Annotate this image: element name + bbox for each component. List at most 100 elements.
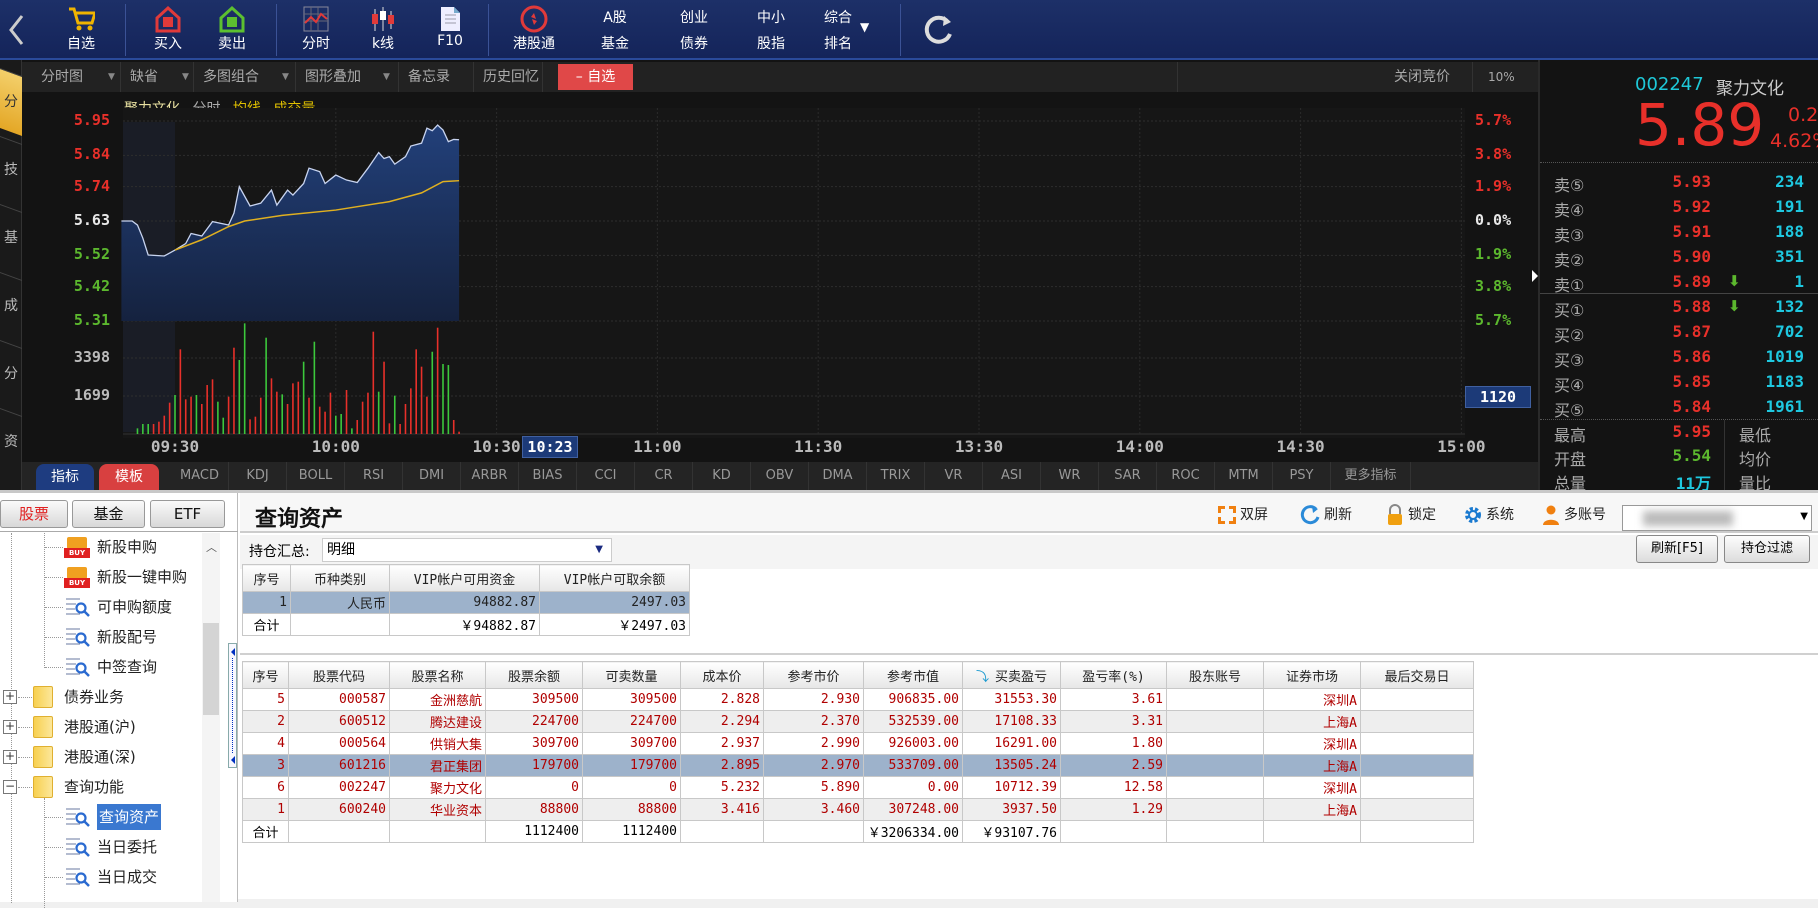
total-cell: 合计 — [242, 820, 289, 843]
intraday-chart[interactable] — [0, 0, 1538, 490]
table-row[interactable]: 3 601216 君正集团 179700 179700 2.895 2.970 533709.… — [242, 754, 1474, 777]
indicator-wr[interactable]: WR — [1041, 462, 1099, 490]
indicator-vr[interactable]: VR — [925, 462, 983, 490]
bid-volume: 702 — [1775, 322, 1804, 341]
position-filter-button[interactable]: 持仓过滤 — [1724, 535, 1810, 563]
sort-icon: ⤵ — [975, 669, 989, 685]
indicator-roc[interactable]: ROC — [1157, 462, 1215, 490]
table-row[interactable]: 1 人民币 94882.87 2497.03 — [242, 591, 690, 614]
indicator-trix[interactable]: TRIX — [867, 462, 925, 490]
indicator-obv[interactable]: OBV — [751, 462, 809, 490]
column-header[interactable]: 成本价 — [680, 661, 764, 689]
indicator-rsi[interactable]: RSI — [345, 462, 403, 490]
nav-item-label: 当日成交 — [97, 868, 158, 886]
account-select[interactable]: ▼ — [1622, 505, 1812, 531]
indicator-更多指标[interactable]: 更多指标 — [1331, 462, 1411, 490]
column-header[interactable]: 序号 — [242, 661, 289, 689]
nav-item-7[interactable]: + 港股通(深) — [0, 744, 200, 770]
column-header[interactable]: 币种类别 — [290, 564, 390, 592]
column-header[interactable]: 参考市值 — [863, 661, 963, 689]
nav-item-label: 查询资产 — [97, 804, 162, 830]
expand-icon[interactable]: + — [3, 720, 17, 734]
positions-table: 序号 股票代码 股票名称 股票余额 可卖数量 成本价 参考市价 参考市值 ⤵ 买卖盈亏 盈亏率(%)… — [242, 661, 1474, 843]
summary-select[interactable]: 明细 ▼ — [322, 538, 612, 562]
indicator-kd[interactable]: KD — [693, 462, 751, 490]
scroll-up-icon[interactable]: ︿ — [206, 539, 217, 555]
tool-user[interactable]: 多账号 — [1540, 502, 1606, 528]
expand-icon[interactable]: + — [3, 750, 17, 764]
indicator-cr[interactable]: CR — [635, 462, 693, 490]
expand-icon[interactable]: + — [3, 690, 17, 704]
column-header[interactable]: 股票名称 — [389, 661, 486, 689]
nav-item-8[interactable]: − 查询功能 — [0, 774, 200, 800]
indicator-arbr[interactable]: ARBR — [461, 462, 519, 490]
indicator-bar: 指标 模板 MACD KDJ BOLL RSI DMI ARBR BIAS CCI CR KD OB… — [22, 462, 1538, 490]
nav-item-6[interactable]: + 港股通(沪) — [0, 714, 200, 740]
column-header[interactable]: 股票代码 — [288, 661, 390, 689]
table-row[interactable]: 2 600512 腾达建设 224700 224700 2.294 2.370 532539.… — [242, 710, 1474, 733]
refresh-f5-button[interactable]: 刷新[F5] — [1636, 535, 1718, 563]
indicator-sar[interactable]: SAR — [1099, 462, 1157, 490]
column-header[interactable]: ⤵ 买卖盈亏 — [962, 661, 1061, 689]
pct-tick-label: 3.8% — [1475, 276, 1512, 295]
ask-volume: 234 — [1775, 172, 1804, 191]
collapse-icon[interactable]: − — [3, 780, 17, 794]
column-header[interactable]: 序号 — [242, 564, 291, 592]
tool-dual-screen[interactable]: 双屏 — [1216, 502, 1268, 528]
nav-tab-1[interactable]: 基金 — [72, 500, 145, 528]
indicator-macd[interactable]: MACD — [171, 462, 229, 490]
tool-refresh[interactable]: 刷新 — [1300, 502, 1352, 528]
table-row[interactable]: 1 600240 华业资本 88800 88800 3.416 3.460 307248.00… — [242, 798, 1474, 821]
tab-templates[interactable]: 模板 — [99, 464, 159, 490]
column-header[interactable]: 盈亏率(%) — [1060, 661, 1167, 689]
indicator-psy[interactable]: PSY — [1273, 462, 1331, 490]
nav-item-label: 债券业务 — [64, 688, 125, 706]
ask-volume: 1 — [1794, 272, 1804, 291]
column-header[interactable]: VIP帐户可取余额 — [539, 564, 690, 592]
indicator-bias[interactable]: BIAS — [519, 462, 577, 490]
tab-indicators[interactable]: 指标 — [36, 464, 94, 490]
nav-item-5[interactable]: + 债券业务 — [0, 684, 200, 710]
nav-item-4[interactable]: 中签查询 — [0, 654, 200, 680]
column-header[interactable]: 股东账号 — [1166, 661, 1264, 689]
tree-scrollbar[interactable]: ︿ — [202, 533, 220, 902]
column-header[interactable]: VIP帐户可用资金 — [389, 564, 540, 592]
nav-item-1[interactable]: BUY 新股一键申购 — [0, 564, 200, 590]
indicator-asi[interactable]: ASI — [983, 462, 1041, 490]
total-cell: ￥2497.03 — [539, 613, 690, 636]
column-header[interactable]: 可卖数量 — [582, 661, 681, 689]
table-row[interactable]: 4 000564 供销大集 309700 309700 2.937 2.990 926003.… — [242, 732, 1474, 755]
table-row[interactable]: 5 000587 金洲慈航 309500 309500 2.828 2.930 906835.… — [242, 688, 1474, 711]
folder-icon — [33, 776, 53, 798]
total-cell — [1166, 820, 1264, 843]
indicator-mtm[interactable]: MTM — [1215, 462, 1273, 490]
nav-item-3[interactable]: 新股配号 — [0, 624, 200, 650]
search-list-icon — [66, 838, 90, 857]
nav-item-9[interactable]: 查询资产 — [0, 804, 200, 830]
indicator-boll[interactable]: BOLL — [287, 462, 345, 490]
nav-item-11[interactable]: 当日成交 — [0, 864, 200, 890]
nav-tab-0[interactable]: 股票 — [0, 500, 68, 528]
indicator-cci[interactable]: CCI — [577, 462, 635, 490]
nav-item-0[interactable]: BUY 新股申购 — [0, 534, 200, 560]
column-header[interactable]: 股票余额 — [485, 661, 583, 689]
tool-gear[interactable]: 系统 — [1462, 502, 1514, 528]
column-header[interactable]: 参考市价 — [763, 661, 864, 689]
indicator-dma[interactable]: DMA — [809, 462, 867, 490]
nav-item-2[interactable]: 可申购额度 — [0, 594, 200, 620]
table-row[interactable]: 6 002247 聚力文化 0 0 5.232 5.890 0.00 10712.39 12.58… — [242, 776, 1474, 799]
table-cell — [1360, 710, 1474, 733]
collapse-arrow-icon[interactable] — [1532, 270, 1538, 282]
table-cell: 2.294 — [680, 710, 764, 733]
scrollbar-thumb[interactable] — [203, 623, 219, 715]
nav-item-10[interactable]: 当日委托 — [0, 834, 200, 860]
indicator-dmi[interactable]: DMI — [403, 462, 461, 490]
column-header[interactable]: 证券市场 — [1263, 661, 1361, 689]
nav-tab-2[interactable]: ETF — [150, 500, 225, 528]
table-cell: 0 — [485, 776, 583, 799]
panel-splitter[interactable] — [228, 643, 237, 768]
volume-tick-label: 3398 — [73, 348, 110, 366]
tool-lock[interactable]: 锁定 — [1384, 502, 1436, 528]
column-header[interactable]: 最后交易日 — [1360, 661, 1474, 689]
indicator-kdj[interactable]: KDJ — [229, 462, 287, 490]
